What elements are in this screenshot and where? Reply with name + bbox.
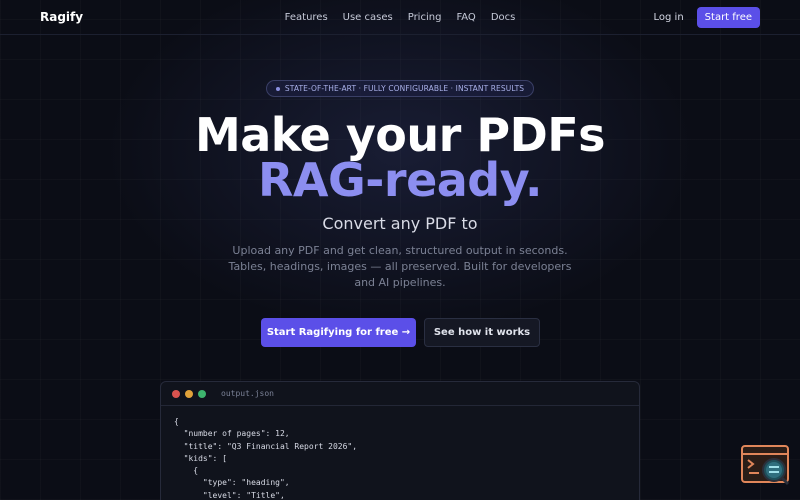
nav-link-use-cases[interactable]: Use cases bbox=[343, 12, 393, 23]
code-filename: output.json bbox=[221, 389, 274, 398]
nav-link-faq[interactable]: FAQ bbox=[456, 12, 475, 23]
nav-link-pricing[interactable]: Pricing bbox=[408, 12, 442, 23]
code-line: "type": "heading", bbox=[174, 478, 290, 488]
hero-subheading: Convert any PDF to bbox=[322, 214, 478, 233]
login-link[interactable]: Log in bbox=[654, 12, 684, 23]
code-content: { "number of pages": 12, "title": "Q3 Fi… bbox=[161, 406, 639, 500]
window-close-dot-icon bbox=[172, 389, 180, 398]
window-maximize-dot-icon bbox=[198, 389, 206, 398]
hero-title-line2: RAG-ready. bbox=[258, 153, 542, 207]
see-how-it-works-button[interactable]: See how it works bbox=[424, 318, 540, 347]
badge-text: STATE-OF-THE-ART · FULLY CONFIGURABLE · … bbox=[284, 84, 525, 93]
nav-link-docs[interactable]: Docs bbox=[491, 12, 516, 23]
brand-logo[interactable]: Ragify bbox=[40, 10, 83, 24]
top-navbar: Ragify Features Use cases Pricing FAQ Do… bbox=[0, 0, 800, 35]
start-free-button[interactable]: Start free bbox=[696, 6, 760, 28]
code-line: { bbox=[174, 466, 199, 476]
hero-description: Upload any PDF and get clean, structured… bbox=[228, 244, 572, 289]
terminal-search-icon[interactable] bbox=[741, 445, 791, 487]
code-line: "kids": [ bbox=[174, 453, 227, 463]
code-line: "level": "Title", bbox=[174, 490, 285, 500]
code-line: { bbox=[174, 417, 179, 426]
code-line: "title": "Q3 Financial Report 2026", bbox=[174, 441, 358, 451]
feature-badge: STATE-OF-THE-ART · FULLY CONFIGURABLE · … bbox=[266, 80, 534, 97]
code-preview-window: output.json { "number of pages": 12, "ti… bbox=[160, 381, 640, 500]
nav-link-features[interactable]: Features bbox=[285, 12, 328, 23]
code-window-titlebar: output.json bbox=[161, 382, 639, 406]
window-minimize-dot-icon bbox=[185, 389, 193, 398]
badge-dot-icon bbox=[275, 86, 280, 91]
code-line: "number of pages": 12, bbox=[174, 429, 290, 439]
start-ragifying-button[interactable]: Start Ragifying for free → bbox=[261, 318, 416, 347]
nav-actions: Log in Start free bbox=[654, 6, 760, 28]
